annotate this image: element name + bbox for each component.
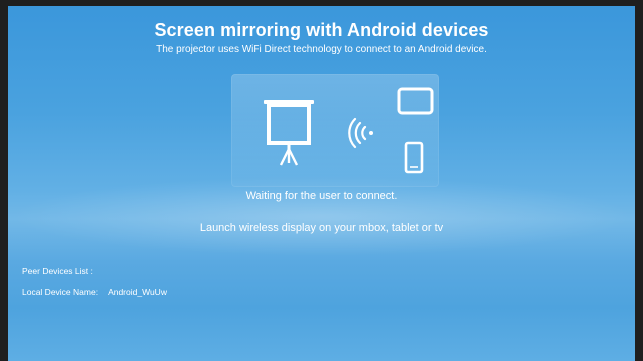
connection-instruction: Launch wireless display on your mbox, ta… [199,222,444,234]
wifi-signal-icon [348,117,373,149]
local-device-name-label: Local Device Name: [22,287,99,297]
local-device-name: Local Device Name: Android_WuUw [22,287,167,297]
page-title: Screen mirroring with Android devices [154,20,489,40]
mirroring-screen: Screen mirroring with Android devices Th… [8,6,635,361]
connection-illustration [231,74,439,187]
projector-screen-icon [264,100,314,166]
connection-status: Waiting for the user to connect. [245,190,398,202]
local-device-name-value: Android_WuUw [108,287,167,297]
tablet-icon [397,87,434,115]
peer-devices-list-label: Peer Devices List : [22,266,93,276]
phone-icon [404,141,424,174]
page-subtitle: The projector uses WiFi Direct technolog… [156,44,487,55]
